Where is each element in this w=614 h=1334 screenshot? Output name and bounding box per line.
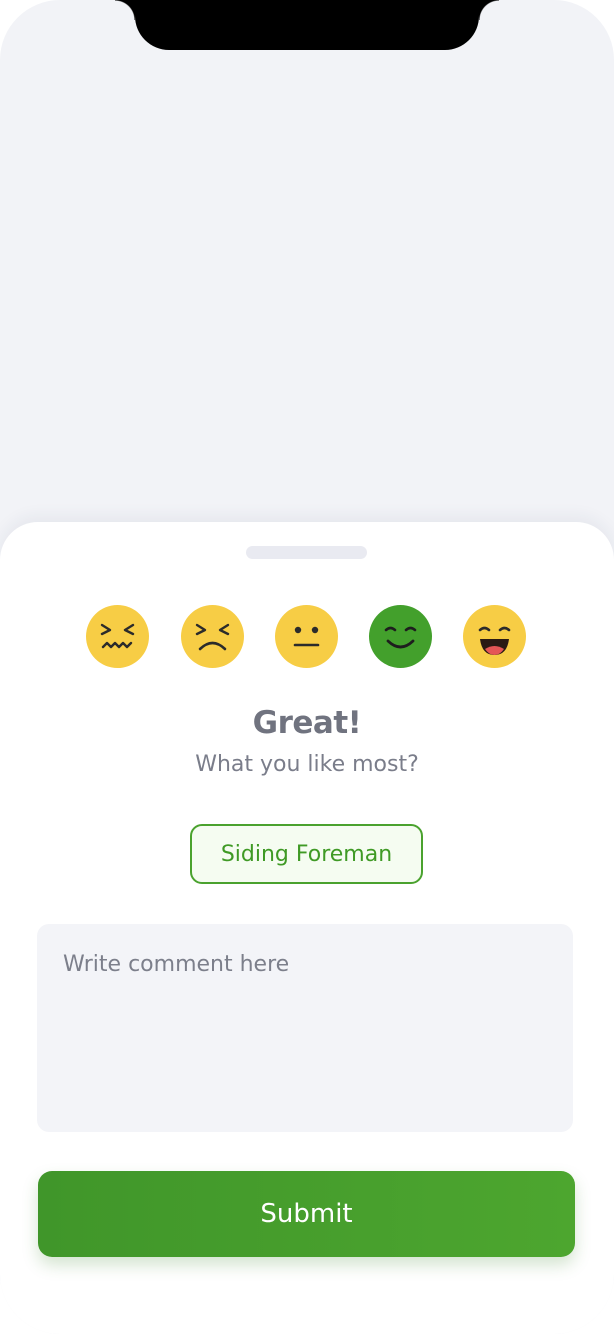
tag-chip-label: Siding Foreman [220, 841, 393, 867]
confounded-face-icon[interactable] [86, 605, 149, 668]
rating-title: Great! [252, 705, 362, 741]
rating-emoji-row [0, 605, 614, 669]
sheet-drag-handle[interactable] [246, 546, 367, 559]
submit-button[interactable]: Submit [38, 1171, 575, 1257]
tag-chip-siding-foreman[interactable]: Siding Foreman [190, 824, 423, 884]
phone-screen: Great! What you like most? Siding Forema… [0, 0, 614, 1334]
feedback-bottom-sheet: Great! What you like most? Siding Forema… [0, 522, 614, 1334]
smiling-face-icon[interactable] [369, 605, 432, 668]
device-notch [115, 0, 499, 50]
rating-subtitle: What you like most? [195, 752, 419, 777]
neutral-face-icon[interactable] [275, 605, 338, 668]
persevering-face-icon[interactable] [181, 605, 244, 668]
comment-input[interactable] [37, 924, 573, 1132]
grinning-face-icon[interactable] [463, 605, 526, 668]
